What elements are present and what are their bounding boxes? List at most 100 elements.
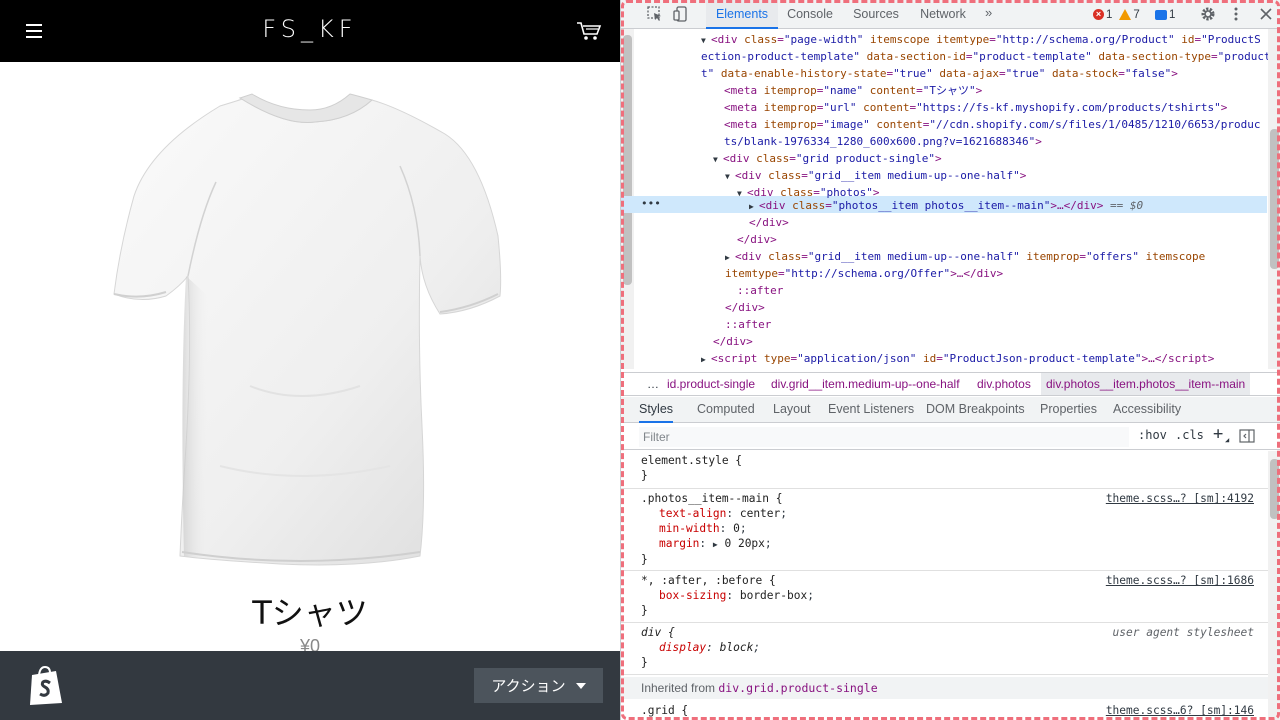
settings-gear-icon[interactable]	[1200, 6, 1216, 22]
close-icon[interactable]	[1258, 6, 1274, 22]
dom-node-meta-url[interactable]: <meta itemprop="url" content="https://fs…	[724, 99, 1227, 116]
rule-source-link[interactable]: theme.scss…? [sm]:1686	[1106, 573, 1254, 588]
cart-icon[interactable]	[576, 20, 602, 42]
tab-accessibility[interactable]: Accessibility	[1113, 397, 1181, 423]
caret-down-icon	[575, 682, 586, 689]
inherited-link[interactable]: div.grid.product-single	[718, 681, 877, 695]
devtools-panel: Elements Console Sources Network » × 1 7…	[620, 0, 1280, 720]
dom-node-page-width-cont2[interactable]: t" data-enable-history-state="true" data…	[701, 65, 1178, 82]
styles-filter-input[interactable]	[639, 427, 1129, 447]
dom-node-meta-image-cont[interactable]: ts/blank-1976334_1280_600x600.png?v=1621…	[724, 133, 1042, 150]
dom-node-page-width[interactable]: ▼ <div class="page-width" itemscope itemt…	[701, 31, 1261, 49]
inspect-element-icon[interactable]	[647, 6, 663, 22]
scrollbar-thumb[interactable]	[1270, 459, 1279, 519]
tab-properties[interactable]: Properties	[1040, 397, 1097, 423]
collapsed-triangle-icon[interactable]: ▶	[749, 198, 759, 215]
styles-scrollbar[interactable]	[1268, 451, 1280, 720]
issues-counter[interactable]: × 1 7	[1093, 5, 1140, 24]
css-property[interactable]: margin: ▶ 0 20px;	[641, 536, 1268, 552]
add-rule-icon[interactable]: +	[1213, 424, 1223, 444]
expanded-triangle-icon[interactable]: ▼	[737, 185, 747, 202]
shop-header: FS_KF	[0, 0, 620, 62]
collapsed-triangle-icon[interactable]: ▶	[701, 351, 711, 368]
styles-subtabs: Styles Computed Layout Event Listeners D…	[621, 397, 1280, 423]
kebab-menu-icon[interactable]	[1228, 6, 1244, 22]
error-count: 1	[1106, 8, 1113, 21]
shop-logo[interactable]: FS_KF	[210, 15, 410, 43]
dom-node-page-width-cont[interactable]: ection-product-template" data-section-id…	[701, 48, 1268, 65]
scrollbar-thumb[interactable]	[1270, 129, 1279, 269]
product-title: Tシャツ	[252, 594, 368, 632]
tab-computed[interactable]: Computed	[697, 397, 755, 423]
rule-grid[interactable]: theme.scss…6? [sm]:146 .grid {	[621, 701, 1268, 720]
dom-close-div[interactable]: </div>	[713, 333, 753, 350]
warning-count: 7	[1133, 8, 1140, 21]
breadcrumb-item[interactable]: id.product-single	[667, 377, 755, 391]
device-toolbar-icon[interactable]	[673, 6, 689, 22]
rule-close: }	[641, 604, 648, 617]
dom-close-div[interactable]: </div>	[725, 299, 765, 316]
dom-node-grid[interactable]: ▼ <div class="grid product-single">	[713, 150, 942, 168]
action-button[interactable]: アクション	[474, 668, 603, 703]
rule-photos-item-main[interactable]: theme.scss…? [sm]:4192 .photos__item--ma…	[621, 489, 1268, 571]
tab-event-listeners[interactable]: Event Listeners	[828, 397, 914, 423]
rule-universal[interactable]: theme.scss…? [sm]:1686 *, :after, :befor…	[621, 571, 1268, 623]
shopify-bag-icon[interactable]	[26, 665, 66, 707]
dom-node-script[interactable]: ▶ <script type="application/json" id="Pro…	[701, 350, 1214, 368]
dom-node-grid-item[interactable]: ▼ <div class="grid__item medium-up--one-h…	[725, 167, 1026, 185]
rule-source-link[interactable]: theme.scss…6? [sm]:146	[1106, 703, 1254, 718]
dom-breadcrumb: … id.product-single div.grid__item.mediu…	[621, 372, 1280, 396]
dom-row-more[interactable]: •••	[641, 195, 661, 212]
dom-node-photos-item-main[interactable]: ▶ <div class="photos__item photos__item--…	[749, 197, 1143, 215]
cls-toggle[interactable]: .cls	[1175, 428, 1204, 442]
tab-console[interactable]: Console	[781, 0, 839, 29]
css-property[interactable]: min-width: 0;	[641, 521, 1268, 536]
styles-filter-row: :hov .cls + ◢	[621, 424, 1280, 450]
tab-elements[interactable]: Elements	[706, 0, 778, 29]
expanded-triangle-icon[interactable]: ▼	[725, 168, 735, 185]
breadcrumb-item[interactable]: div.photos	[977, 377, 1031, 391]
css-property[interactable]: box-sizing: border-box;	[641, 588, 1268, 603]
breadcrumb-more[interactable]: …	[647, 377, 659, 391]
devtools-toolbar: Elements Console Sources Network » × 1 7…	[621, 0, 1280, 29]
tab-layout[interactable]: Layout	[773, 397, 811, 423]
action-button-label: アクション	[491, 678, 566, 695]
tab-network[interactable]: Network	[913, 0, 973, 29]
breadcrumb-item-selected[interactable]: div.photos__item.photos__item--main	[1041, 373, 1251, 395]
collapsed-triangle-icon[interactable]: ▶	[725, 249, 735, 266]
hamburger-menu-icon[interactable]	[24, 22, 44, 40]
dom-node-meta-image[interactable]: <meta itemprop="image" content="//cdn.sh…	[724, 116, 1260, 133]
tab-sources[interactable]: Sources	[847, 0, 905, 29]
rule-menu-caret-icon[interactable]: ◢	[1225, 436, 1229, 444]
dom-pseudo-after[interactable]: ::after	[737, 282, 783, 299]
shop-preview: FS_KF Tシャツ ¥0 アクション	[0, 0, 620, 720]
expanded-triangle-icon[interactable]: ▼	[713, 151, 723, 168]
dom-pseudo-after[interactable]: ::after	[725, 316, 771, 333]
error-icon: ×	[1093, 9, 1104, 20]
message-count: 1	[1169, 8, 1176, 21]
dom-node-grid-item-offers[interactable]: ▶ <div class="grid__item medium-up--one-h…	[725, 248, 1205, 266]
tab-dom-breakpoints[interactable]: DOM Breakpoints	[926, 397, 1025, 423]
dom-close-div[interactable]: </div>	[737, 231, 777, 248]
rule-element-style[interactable]: element.style { }	[621, 451, 1268, 489]
tab-styles[interactable]: Styles	[639, 397, 674, 423]
expand-triangle-icon[interactable]: ▶	[713, 540, 718, 549]
messages-counter[interactable]: 1	[1155, 5, 1175, 24]
css-property[interactable]: text-align: center;	[641, 506, 1268, 521]
dom-close-div[interactable]: </div>	[749, 214, 789, 231]
css-property[interactable]: display: block;	[641, 640, 1268, 655]
dom-node-meta-name[interactable]: <meta itemprop="name" content="Tシャツ">	[724, 82, 982, 99]
hov-toggle[interactable]: :hov	[1138, 428, 1167, 442]
rule-source-link[interactable]: theme.scss…? [sm]:4192	[1106, 491, 1254, 506]
expanded-triangle-icon[interactable]: ▼	[701, 32, 711, 49]
rule-close: }	[641, 469, 648, 482]
more-tabs-icon[interactable]: »	[985, 5, 992, 20]
breadcrumb-item[interactable]: div.grid__item.medium-up--one-half	[771, 377, 960, 391]
rule-close: }	[641, 553, 648, 566]
styles-pane: element.style { } theme.scss…? [sm]:4192…	[621, 451, 1268, 720]
rule-div-user-agent[interactable]: user agent stylesheet div { display: blo…	[621, 623, 1268, 675]
dom-scrollbar[interactable]	[1268, 29, 1280, 369]
rule-source-label: user agent stylesheet	[1112, 626, 1254, 639]
toggle-sidebar-icon[interactable]	[1239, 429, 1255, 446]
dom-node-grid-item-offers-cont[interactable]: itemtype="http://schema.org/Offer">…</di…	[725, 265, 1003, 282]
